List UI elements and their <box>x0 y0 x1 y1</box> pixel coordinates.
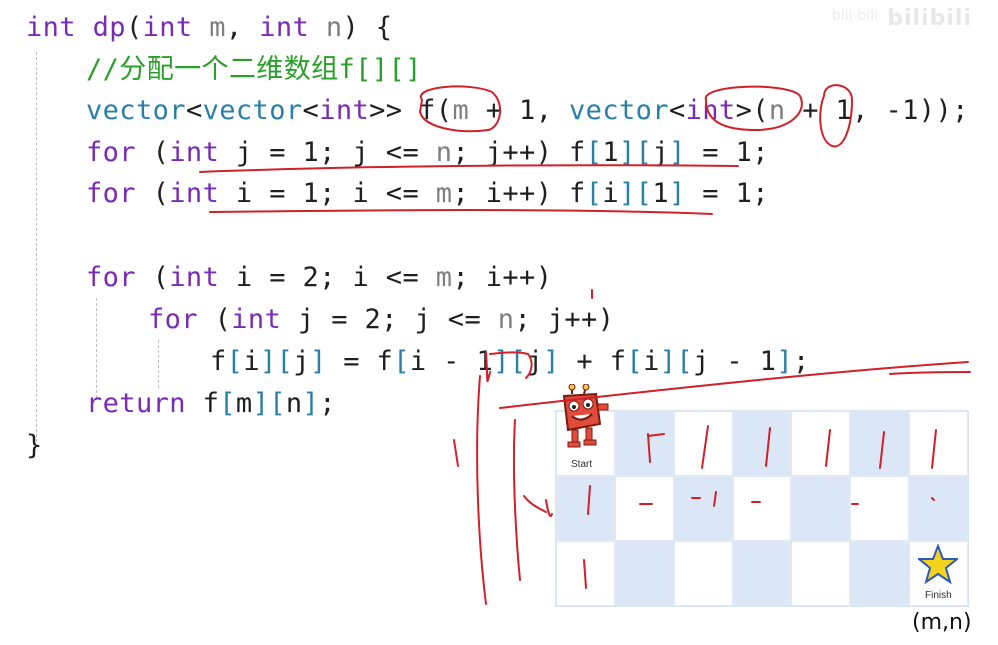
code-line-7: for (int j = 2; j <= n; j++) <box>148 304 615 335</box>
grid-cell <box>732 476 792 541</box>
code-line-5: for (int i = 1; i <= m; i++) f[i][1] = 1… <box>86 178 769 209</box>
indent-guide <box>96 298 97 398</box>
robot-icon <box>562 384 609 448</box>
grid-cell <box>850 541 910 606</box>
grid-cell <box>791 411 851 476</box>
grid-cell <box>791 541 851 606</box>
start-label: Start <box>571 459 593 470</box>
grid-cell <box>673 476 733 541</box>
grid-cell <box>673 411 733 476</box>
corner-label: (m,n) <box>912 610 972 635</box>
grid-cell <box>791 476 851 541</box>
grid-cell <box>850 476 910 541</box>
grid-cell <box>614 411 674 476</box>
code-line-3: vector<vector<int>> f(m + 1, vector<int>… <box>86 95 969 126</box>
indent-guide <box>36 52 37 447</box>
code-line-6: for (int i = 2; i <= m; i++) <box>86 262 553 293</box>
code-line-8: f[i][j] = f[i - 1][j] + f[i][j - 1]; <box>210 346 810 377</box>
indent-guide <box>158 340 159 388</box>
grid-cell <box>673 541 733 606</box>
grid-cell <box>909 411 968 476</box>
grid-cell <box>909 476 968 541</box>
grid-cell <box>850 411 910 476</box>
grid-board <box>555 410 969 607</box>
finish-label: Finish <box>925 590 952 601</box>
grid-cell <box>732 411 792 476</box>
grid-cell <box>614 476 674 541</box>
grid-cell <box>556 476 615 541</box>
grid-cell <box>556 541 615 606</box>
grid-cell <box>614 541 674 606</box>
code-line-9: return f[m][n]; <box>86 388 336 419</box>
grid-cell <box>732 541 792 606</box>
code-line-2: //分配一个二维数组f[][] <box>86 54 422 85</box>
code-line-4: for (int j = 1; j <= n; j++) f[1][j] = 1… <box>86 137 769 168</box>
code-line-1: int dp(int m, int n) { <box>26 12 393 43</box>
code-line-10: } <box>26 430 43 461</box>
star-icon <box>918 544 958 584</box>
